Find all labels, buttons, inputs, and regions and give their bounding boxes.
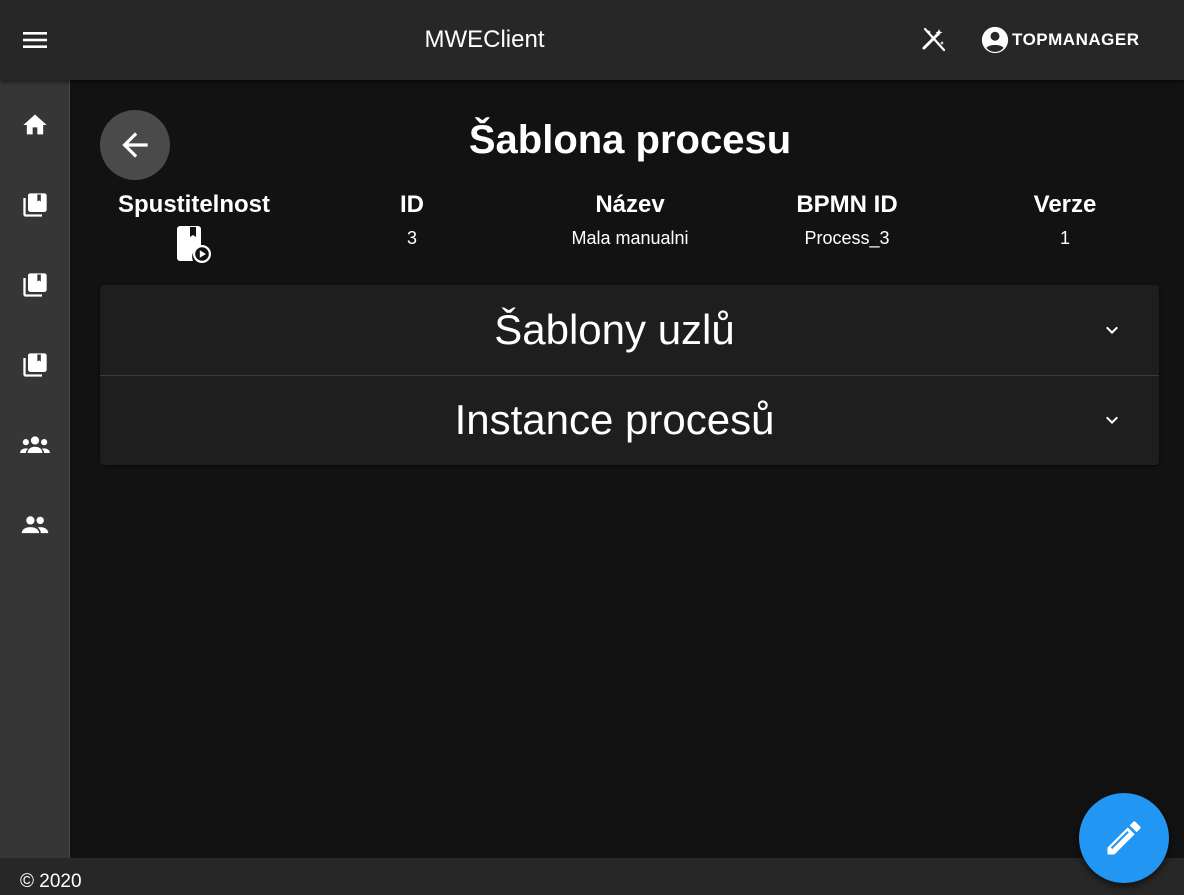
people-icon xyxy=(21,516,49,534)
detail-column-runnable: Spustitelnost xyxy=(74,190,314,270)
library-books-icon xyxy=(23,353,47,377)
groups-icon xyxy=(20,436,50,453)
user-menu-button[interactable]: TOPMANAGER xyxy=(980,20,1139,60)
page-title: Šablona procesu xyxy=(468,118,792,162)
library-books-icon xyxy=(23,273,47,297)
theme-toggle-button[interactable] xyxy=(912,18,956,62)
detail-header: Verze xyxy=(1033,191,1097,218)
runnable-book-play-icon xyxy=(177,226,211,263)
theme-toggle-icon xyxy=(922,27,946,52)
runnable-status xyxy=(175,225,213,270)
accordion-title: Instance procesů xyxy=(454,396,775,443)
arrow-back-icon xyxy=(122,132,148,158)
detail-column-bpmn-id: BPMN ID Process_3 xyxy=(727,190,967,250)
detail-value-version: 1 xyxy=(1059,228,1070,248)
accordion-title: Šablony uzlů xyxy=(494,306,735,353)
detail-column-name: Název Mala manualni xyxy=(510,190,750,250)
accordion-process-instances[interactable]: Instance procesů xyxy=(100,375,1159,465)
library-books-icon xyxy=(23,193,47,217)
copyright-text: © 2020 xyxy=(20,871,82,892)
sidebar-item-library-2[interactable] xyxy=(10,260,60,310)
sidebar-item-library-3[interactable] xyxy=(10,340,60,390)
sidebar-item-home[interactable] xyxy=(10,100,60,150)
sidebar-item-groups[interactable] xyxy=(10,420,60,470)
detail-column-id: ID 3 xyxy=(292,190,532,250)
sidebar xyxy=(0,80,70,858)
app-bar: MWEClient TOPMANAGER xyxy=(0,0,1184,80)
edit-button[interactable] xyxy=(1079,793,1169,883)
detail-header: Název xyxy=(595,191,665,218)
chevron-down-icon xyxy=(1106,326,1118,334)
home-icon xyxy=(23,114,47,135)
chevron-down-icon xyxy=(1106,416,1118,424)
accordion: Šablony uzlů Instance procesů xyxy=(100,285,1159,465)
sidebar-item-people[interactable] xyxy=(10,500,60,550)
sidebar-item-library-1[interactable] xyxy=(10,180,60,230)
user-name: TOPMANAGER xyxy=(1012,30,1140,49)
detail-value-bpmn-id: Process_3 xyxy=(804,228,890,248)
detail-value-id: 3 xyxy=(406,228,417,248)
account-circle-icon xyxy=(981,26,1009,54)
accordion-node-templates[interactable]: Šablony uzlů xyxy=(100,285,1159,376)
detail-header: Spustitelnost xyxy=(117,191,270,218)
app-title: MWEClient xyxy=(424,26,545,53)
detail-value-name: Mala manualni xyxy=(571,228,689,248)
back-button[interactable] xyxy=(100,110,170,180)
footer: © 2020 xyxy=(0,858,1184,895)
detail-column-version: Verze 1 xyxy=(945,190,1184,250)
detail-header: BPMN ID xyxy=(796,191,898,218)
edit-pencil-icon xyxy=(1107,821,1141,855)
detail-header: ID xyxy=(400,191,424,218)
